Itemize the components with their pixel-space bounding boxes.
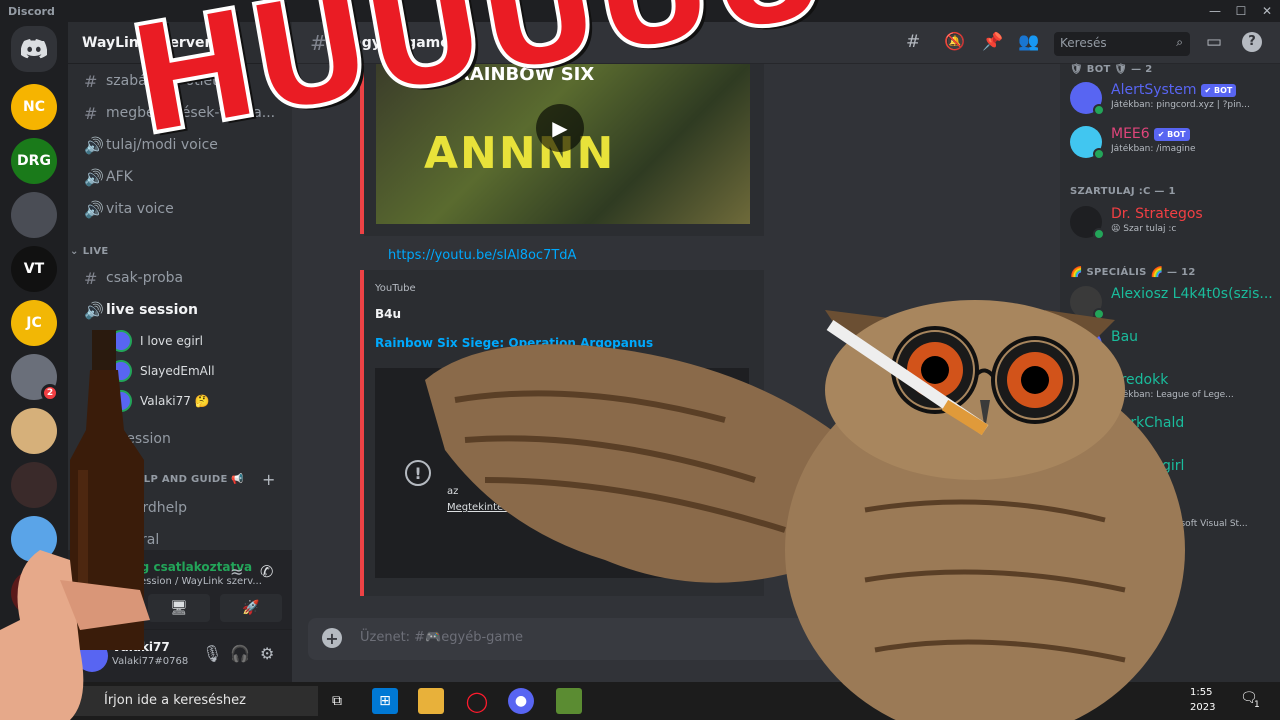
category-live[interactable]: ⌄ LIVE (70, 246, 109, 257)
activity-button[interactable]: 🚀 (220, 594, 282, 622)
online-status-icon (1093, 148, 1105, 160)
member-name: AlertSystem ✔ BOT (1111, 82, 1237, 98)
message-link[interactable]: https://youtu.be/sIAl8oc7TdA (388, 248, 576, 263)
play-icon[interactable]: ▶ (536, 104, 584, 152)
bot-badge: ✔ BOT (1200, 83, 1237, 97)
search-icon: ⌕ (1176, 35, 1183, 49)
channel-item[interactable]: # csak-proba (76, 263, 282, 293)
pin-icon[interactable]: 📌 (982, 32, 1003, 52)
channel-label: live session (106, 302, 198, 318)
member-status: Játékban: /imagine (1111, 144, 1196, 154)
channel-icon: 🔊 (84, 167, 104, 187)
close-button[interactable]: ✕ (1254, 0, 1280, 22)
inbox-icon[interactable]: ▭ (1206, 32, 1222, 52)
member-status: Játékban: pingcord.xyz | ?pin... (1111, 100, 1250, 110)
server-icon[interactable]: VT (11, 246, 57, 292)
channel-item[interactable]: 🔊 vita voice (76, 194, 282, 224)
server-icon[interactable]: DRG (11, 138, 57, 184)
mute-bell-icon[interactable]: 🔕 (944, 32, 965, 52)
maximize-button[interactable]: ☐ (1228, 0, 1254, 22)
app-title: Discord (8, 4, 55, 18)
member-item[interactable]: MEE6 ✔ BOT Játékban: /imagine (1070, 122, 1276, 164)
owl-overlay (425, 300, 1185, 720)
microphone-icon[interactable]: 🎙 (202, 644, 222, 663)
member-status: 😫 Szar tulaj :c (1111, 224, 1177, 234)
online-status-icon (1093, 104, 1105, 116)
beer-bottle-overlay (0, 330, 150, 720)
server-icon[interactable]: NC (11, 84, 57, 130)
embed-provider[interactable]: YouTube (375, 283, 416, 294)
server-icon[interactable] (11, 192, 57, 238)
minimize-button[interactable]: — (1202, 0, 1228, 22)
discord-home-icon[interactable] (11, 26, 57, 72)
help-icon[interactable]: ? (1242, 32, 1262, 52)
gear-icon[interactable]: ⚙ (260, 644, 274, 663)
online-status-icon (1093, 228, 1105, 240)
member-category: 🌈 SPECIÁLIS 🌈 — 12 (1070, 267, 1196, 278)
notification-count: 1 (1254, 700, 1260, 710)
channel-label: AFK (106, 169, 133, 185)
threads-icon[interactable]: # (906, 32, 920, 52)
embed-author[interactable]: B4u (375, 307, 401, 321)
add-channel-icon[interactable]: + (262, 470, 275, 489)
channel-item[interactable]: 🔊 AFK (76, 162, 282, 192)
thumbnail-text: ANNNN (424, 128, 616, 179)
members-icon[interactable]: 👥 (1018, 32, 1039, 52)
disconnect-icon[interactable]: ✆ (260, 562, 273, 581)
member-item[interactable]: Dr. Strategos 😫 Szar tulaj :c (1070, 202, 1276, 244)
member-item[interactable]: AlertSystem ✔ BOT Játékban: pingcord.xyz |… (1070, 78, 1276, 120)
bot-badge: ✔ BOT (1153, 127, 1190, 141)
member-category: SZARTULAJ :C — 1 (1070, 186, 1176, 197)
task-view-icon[interactable]: ⧉ (324, 688, 350, 714)
headphones-icon[interactable]: 🎧 (230, 644, 250, 663)
noise-suppression-icon[interactable]: ≈ (230, 562, 243, 581)
member-name: MEE6 ✔ BOT (1111, 126, 1190, 142)
channel-label: vita voice (106, 201, 174, 217)
store-icon[interactable]: ⊞ (372, 688, 398, 714)
channel-icon: 🔊 (84, 135, 104, 155)
channel-icon: 🔊 (84, 300, 104, 320)
channel-label: csak-proba (106, 270, 184, 286)
channel-icon: 🔊 (84, 199, 104, 219)
channel-icon: # (84, 103, 98, 123)
member-name: Dr. Strategos (1111, 206, 1203, 222)
add-attachment-icon[interactable]: + (322, 628, 342, 648)
channel-icon: # (84, 71, 98, 91)
search-input[interactable]: Keresés ⌕ (1054, 32, 1190, 56)
channel-icon: # (84, 268, 98, 288)
member-category: 🛡 BOT 🛡 — 2 (1070, 64, 1153, 75)
